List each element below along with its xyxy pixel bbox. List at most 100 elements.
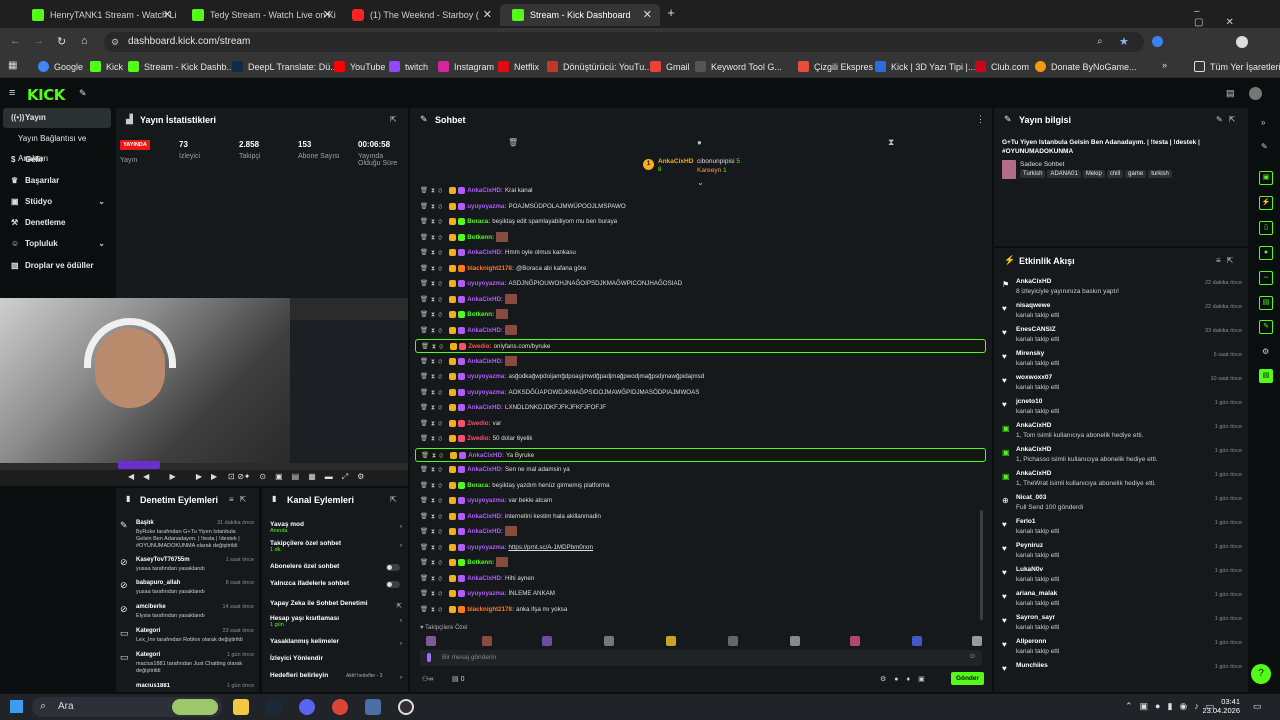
site-info-icon[interactable]: ⚙ bbox=[111, 37, 119, 48]
more-bookmarks-icon[interactable]: » bbox=[1162, 60, 1167, 70]
event-username[interactable]: AnkaCixHD bbox=[1016, 278, 1051, 285]
emote-item[interactable] bbox=[912, 636, 922, 646]
bookmark-google[interactable]: Google bbox=[38, 56, 83, 78]
browser-tab-1[interactable]: HenryTANK1 Stream - Watch Li ✕ bbox=[20, 4, 180, 26]
bookmark-star-icon[interactable]: ★ bbox=[1119, 35, 1129, 48]
chat-username[interactable]: blacknight2178: bbox=[467, 606, 514, 613]
bookmark-twitch[interactable]: twitch bbox=[389, 56, 428, 78]
event-username[interactable]: Mirensky bbox=[1016, 350, 1044, 357]
chat-username[interactable]: uyuyoyazma: bbox=[467, 497, 506, 504]
subs-only-action[interactable]: Abonelere özel sohbet bbox=[270, 563, 404, 571]
rail-active-tool-icon[interactable]: ▤ bbox=[1259, 369, 1273, 383]
rail-tool-icon[interactable]: ▯ bbox=[1259, 221, 1273, 235]
event-username[interactable]: nisaqwewe bbox=[1016, 302, 1050, 309]
event-username[interactable]: AnkaCixHD bbox=[1016, 422, 1051, 429]
chat-message[interactable]: 🗑⧗⊘ Botkenn: bbox=[420, 231, 986, 245]
mod-tools-icons[interactable]: 🗑⧗⊘ bbox=[420, 187, 445, 194]
sidebar-item-denetleme[interactable]: ⚒ Denetleme bbox=[3, 213, 111, 233]
chat-username[interactable]: uyuyoyazma: bbox=[467, 590, 506, 597]
emote-item[interactable] bbox=[972, 636, 982, 646]
mod-tools-icons[interactable]: 🗑⧗⊘ bbox=[420, 544, 445, 551]
chat-message[interactable]: 🗑⧗⊘ AnkaCixHD: Kral kanal bbox=[420, 184, 986, 198]
chat-settings-icons[interactable]: ⚙●♦▣ bbox=[880, 675, 933, 683]
bookmark-deepl[interactable]: DeepL Translate: Dü... bbox=[232, 56, 338, 78]
slow-mode-action[interactable]: Yavaş mod Anında › bbox=[270, 521, 404, 534]
event-username[interactable]: EnesCANSIZ bbox=[1016, 326, 1056, 333]
notification-icon[interactable]: ▭ bbox=[1253, 701, 1262, 712]
chat-username[interactable]: Botkenn: bbox=[467, 234, 494, 241]
mod-tools-icons[interactable]: 🗑⧗⊘ bbox=[420, 280, 445, 287]
event-username[interactable]: Ferlo1 bbox=[1016, 518, 1036, 525]
emote-item[interactable] bbox=[850, 636, 860, 646]
mod-tools-icons[interactable]: 🗑⧗⊘ bbox=[420, 203, 445, 210]
event-username[interactable]: Peyniruz bbox=[1016, 542, 1043, 549]
rail-tool-icon[interactable]: ⇔ bbox=[1259, 271, 1273, 285]
mod-tools-icons[interactable]: 🗑⧗⊘ bbox=[420, 559, 445, 566]
emote-item[interactable] bbox=[790, 636, 800, 646]
sidebar-item-topluluk[interactable]: ☺ Topluluk ⌄ bbox=[3, 234, 111, 254]
chat-username[interactable]: Boraca: bbox=[467, 218, 490, 225]
users-icon[interactable]: ⚇∞ bbox=[422, 675, 433, 683]
host-action[interactable]: İzleyici Yönlendir bbox=[270, 655, 404, 662]
chat-message[interactable]: 🗑⧗⊘ uyuyoyazma: asğodkağwpdoijamğdpoaşjmwd… bbox=[420, 370, 986, 384]
tag[interactable]: chill bbox=[1106, 170, 1124, 178]
settings-icon[interactable]: ⚙ bbox=[1262, 347, 1269, 356]
mod-tools-icons[interactable]: 🗑⧗⊘ bbox=[420, 265, 445, 272]
event-username[interactable]: AnkaCixHD bbox=[1016, 446, 1051, 453]
account-age-action[interactable]: Hesap yaşı kısıtlaması 1 gün › bbox=[270, 615, 404, 628]
emote-item[interactable] bbox=[542, 636, 552, 646]
chat-username[interactable]: uyuyoyazma: bbox=[467, 373, 506, 380]
rail-tool-icon[interactable]: ✎ bbox=[1259, 320, 1273, 334]
event-username[interactable]: Sayron_sayr bbox=[1016, 614, 1055, 621]
mod-tools-icons[interactable]: 🗑⧗⊘ bbox=[420, 590, 445, 597]
banned-words-action[interactable]: Yasaklanmış kelimeler › bbox=[270, 638, 404, 647]
steam-icon[interactable] bbox=[266, 699, 282, 715]
bookmark-bynogame[interactable]: Donate ByNoGame... bbox=[1035, 56, 1137, 78]
event-username[interactable]: jcneto10 bbox=[1016, 398, 1042, 405]
help-button[interactable]: ? bbox=[1251, 664, 1271, 684]
mod-tools-icons[interactable]: 🗑⧗⊘ bbox=[420, 466, 445, 473]
chat-username[interactable]: AnkaCixHD: bbox=[467, 327, 503, 334]
chat-username[interactable]: AnkaCixHD: bbox=[467, 528, 503, 535]
chat-message[interactable]: 🗑⧗⊘ AnkaCixHD: Ya Byruke bbox=[415, 448, 986, 462]
chat-username[interactable]: uyuyoyazma: bbox=[467, 203, 506, 210]
mod-tools-icons[interactable]: 🗑⧗⊘ bbox=[420, 528, 445, 535]
chat-username[interactable]: Zwedio: bbox=[468, 343, 491, 350]
ai-moderation-action[interactable]: Yapay Zeka ile Sohbet Denetimi ⇱ bbox=[270, 600, 404, 610]
bookmark-keyword-tool[interactable]: Keyword Tool G... bbox=[695, 56, 782, 78]
mod-tools-icons[interactable]: 🗑⧗⊘ bbox=[420, 606, 445, 613]
kick-logo[interactable]: KICK bbox=[27, 86, 65, 104]
sidebar-item-studyo[interactable]: ▣ Stüdyo ⌄ bbox=[3, 192, 111, 212]
rail-tool-icon[interactable]: ⚡ bbox=[1259, 196, 1273, 210]
chat-message[interactable]: 🗑⧗⊘ Boraca: beşiktaş edit spamlayabiliyom … bbox=[420, 215, 986, 229]
new-tab-button[interactable]: + bbox=[664, 6, 678, 20]
close-tab-icon[interactable]: ✕ bbox=[163, 4, 172, 26]
bookmark-netflix[interactable]: Netflix bbox=[498, 56, 539, 78]
chat-username[interactable]: AnkaCixHD: bbox=[468, 452, 504, 459]
back-icon[interactable]: ← bbox=[10, 35, 21, 47]
windows-start-icon[interactable] bbox=[10, 700, 23, 713]
chat-message[interactable]: 🗑⧗⊘ AnkaCixHD: bbox=[420, 293, 986, 307]
emote-item[interactable] bbox=[604, 636, 614, 646]
sidebar-item-basarilar[interactable]: ♛ Başarılar bbox=[3, 171, 111, 191]
mod-tools-icons[interactable]: 🗑⧗⊘ bbox=[420, 296, 445, 303]
bookmark-cizgili[interactable]: Çizgili Ekspres bbox=[798, 56, 873, 78]
window-controls[interactable]: –▢✕ bbox=[1194, 6, 1280, 28]
tag[interactable]: turkish bbox=[1148, 170, 1172, 178]
app-icon[interactable] bbox=[365, 699, 381, 715]
emoji-icon[interactable]: ☺ bbox=[969, 653, 976, 660]
mod-tools-icons[interactable]: 🗑⧗⊘ bbox=[420, 249, 445, 256]
emote-strip[interactable] bbox=[420, 634, 982, 648]
close-tab-icon[interactable]: ✕ bbox=[643, 4, 652, 26]
profile-avatar[interactable] bbox=[1236, 36, 1248, 48]
bookmark-gmail[interactable]: Gmail bbox=[650, 56, 690, 78]
chat-username[interactable]: AnkaCixHD: bbox=[467, 466, 503, 473]
hourglass-icon[interactable]: ⧗ bbox=[888, 137, 894, 148]
mod-tools-icons[interactable]: 🗑⧗⊘ bbox=[420, 482, 445, 489]
browser-tab-3[interactable]: (1) The Weeknd - Starboy (✕ bbox=[340, 4, 500, 26]
chat-message[interactable]: 🗑⧗⊘ AnkaCixHD: bbox=[420, 324, 986, 338]
trash-icon[interactable]: 🗑 bbox=[508, 138, 518, 147]
chat-username[interactable]: AnkaCixHD: bbox=[467, 249, 503, 256]
mod-tools-icons[interactable]: 🗑⧗⊘ bbox=[420, 420, 445, 427]
bookmark-kick-3d[interactable]: Kick | 3D Yazı Tipi |... bbox=[875, 56, 975, 78]
